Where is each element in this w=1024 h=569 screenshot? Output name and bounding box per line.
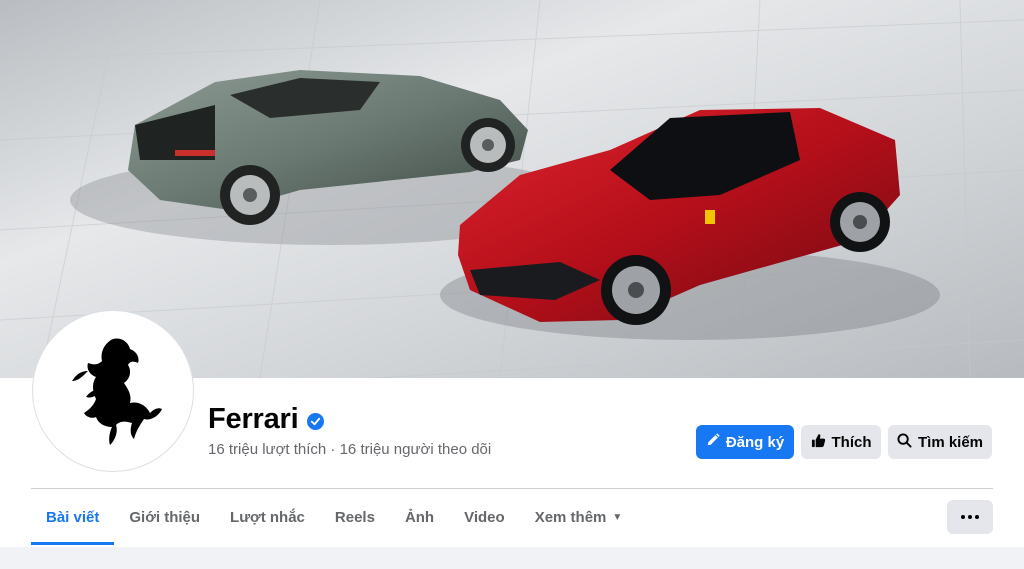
tab-see-more[interactable]: Xem thêm ▼ bbox=[520, 490, 638, 545]
facebook-page-header: Ferrari 16 triệu lượt thích · 16 triệu n… bbox=[0, 0, 1024, 569]
search-icon bbox=[897, 432, 912, 452]
page-tabs: Bài viết Giới thiệu Lượt nhắc Reels Ảnh … bbox=[31, 490, 637, 545]
tab-label: Reels bbox=[334, 509, 375, 526]
prancing-horse-logo-icon bbox=[72, 338, 162, 445]
page-title: Ferrari bbox=[208, 403, 299, 435]
like-label: Thích bbox=[831, 433, 872, 451]
tab-posts[interactable]: Bài viết bbox=[31, 490, 115, 545]
page-stats[interactable]: 16 triệu lượt thích · 16 triệu người the… bbox=[208, 441, 491, 458]
tab-videos[interactable]: Video bbox=[449, 490, 520, 545]
profile-avatar[interactable] bbox=[33, 311, 193, 471]
search-button[interactable]: Tìm kiếm bbox=[888, 425, 992, 459]
more-dots-icon bbox=[975, 515, 979, 519]
tab-reels[interactable]: Reels bbox=[320, 490, 390, 545]
subscribe-button[interactable]: Đăng ký bbox=[696, 425, 794, 459]
tab-about[interactable]: Giới thiệu bbox=[114, 490, 215, 545]
tab-photos[interactable]: Ảnh bbox=[390, 490, 449, 545]
more-dots-icon bbox=[968, 515, 972, 519]
header-divider bbox=[31, 488, 993, 489]
subscribe-label: Đăng ký bbox=[725, 433, 785, 451]
page-title-row: Ferrari bbox=[208, 403, 324, 436]
tab-label: Xem thêm bbox=[534, 509, 607, 526]
tab-label: Giới thiệu bbox=[129, 509, 201, 526]
tab-label: Lượt nhắc bbox=[230, 509, 305, 526]
caret-down-icon: ▼ bbox=[612, 512, 623, 523]
more-dots-icon bbox=[961, 515, 965, 519]
more-options-button[interactable] bbox=[947, 500, 993, 534]
search-label: Tìm kiếm bbox=[917, 433, 984, 451]
like-button[interactable]: Thích bbox=[801, 425, 881, 459]
tab-mentions[interactable]: Lượt nhắc bbox=[215, 490, 320, 545]
feed-background bbox=[0, 547, 1024, 569]
tab-label: Bài viết bbox=[46, 509, 100, 526]
tab-label: Video bbox=[464, 509, 505, 526]
tab-label: Ảnh bbox=[404, 509, 435, 526]
pencil-icon bbox=[706, 433, 720, 451]
thumbs-up-icon bbox=[811, 433, 826, 452]
verified-badge-icon bbox=[306, 412, 324, 430]
